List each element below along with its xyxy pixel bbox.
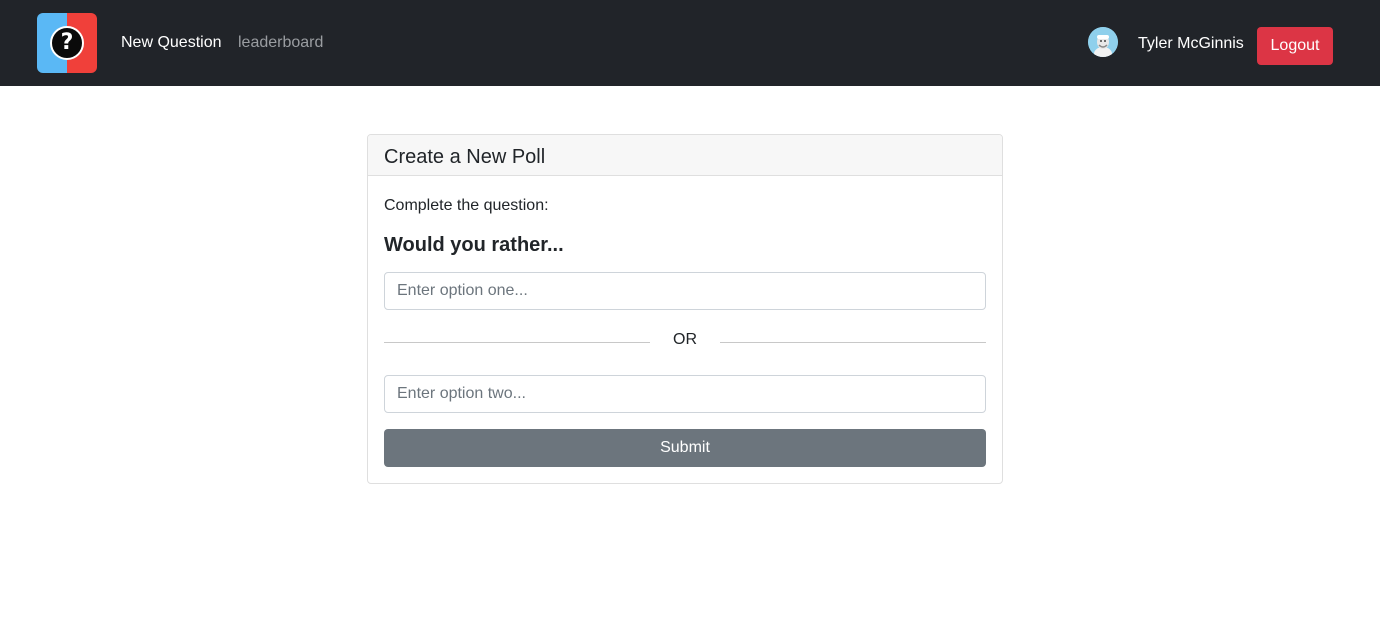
app-logo[interactable]: ?	[37, 13, 97, 73]
or-divider-right	[720, 342, 986, 343]
or-divider-left	[384, 342, 650, 343]
option-one-input[interactable]	[384, 272, 986, 310]
avatar-figure	[1088, 27, 1118, 57]
would-you-rather-heading: Would you rather...	[384, 234, 564, 256]
or-separator: OR	[673, 331, 697, 348]
user-name: Tyler McGinnis	[1138, 35, 1244, 52]
new-poll-card: Create a New Poll Complete the question:…	[367, 134, 1003, 484]
card-title: Create a New Poll	[384, 146, 546, 168]
nav-link-leaderboard[interactable]: leaderboard	[238, 33, 323, 53]
instructions-text: Complete the question:	[384, 197, 549, 214]
top-navbar: ? New Question leaderboard Tyler McGinni…	[0, 0, 1380, 86]
nav-link-new-question[interactable]: New Question	[121, 33, 222, 53]
card-header: Create a New Poll	[368, 135, 1002, 176]
submit-button[interactable]: Submit	[384, 429, 986, 467]
option-two-input[interactable]	[384, 375, 986, 413]
question-mark-logo-icon: ?	[50, 26, 84, 60]
user-avatar-icon	[1088, 27, 1118, 57]
logout-button[interactable]: Logout	[1257, 27, 1333, 65]
